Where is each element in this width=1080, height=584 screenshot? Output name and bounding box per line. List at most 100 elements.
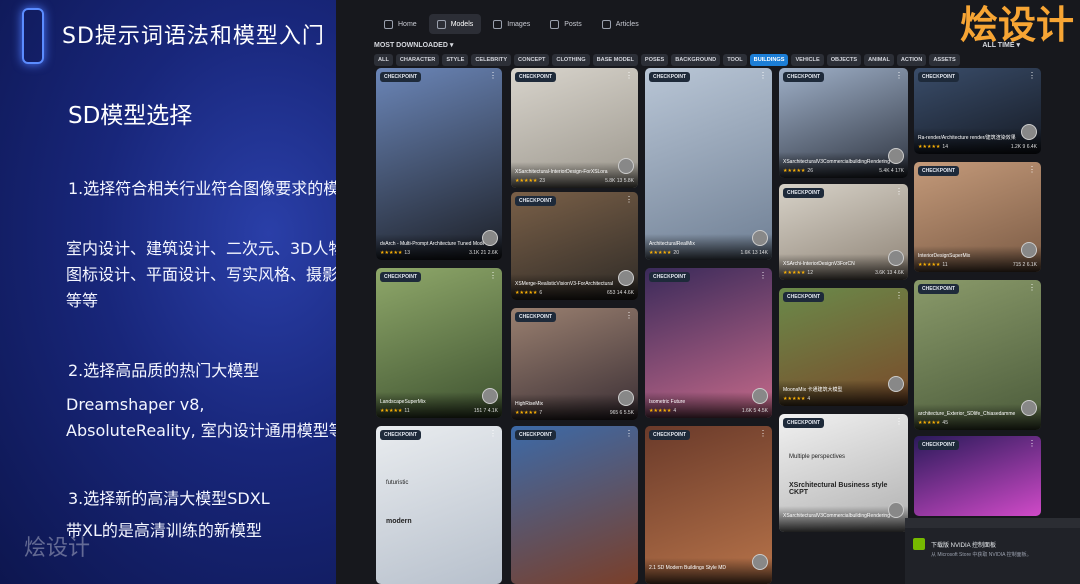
checkpoint-badge: CHECKPOINT bbox=[649, 72, 691, 82]
more-options-icon[interactable]: ⋮ bbox=[625, 71, 633, 80]
creator-avatar[interactable] bbox=[1021, 242, 1037, 258]
rating-stars: ★★★★★ 23 bbox=[515, 178, 545, 184]
creator-avatar[interactable] bbox=[482, 230, 498, 246]
nav-models[interactable]: Models bbox=[428, 14, 482, 34]
more-options-icon[interactable]: ⋮ bbox=[1028, 165, 1036, 174]
model-name: 2.1 SD Modern Buildings Style MD bbox=[649, 565, 726, 571]
filter-chip-poses[interactable]: POSES bbox=[640, 54, 669, 66]
creator-avatar[interactable] bbox=[888, 250, 904, 266]
model-card[interactable]: CHECKPOINT ⋮ InteriorDesignSuperMix ★★★★★ 11… bbox=[914, 162, 1041, 272]
nav-home[interactable]: Home bbox=[376, 14, 425, 34]
model-card[interactable]: Multiple perspectives XSrchitectural Busi… bbox=[779, 414, 908, 532]
period-dropdown[interactable]: ALL TIME ▾ bbox=[982, 41, 1020, 49]
model-card[interactable]: CHECKPOINT ⋮ Ra-render/Architecture render… bbox=[914, 68, 1041, 154]
rating-count: 7 bbox=[539, 410, 543, 416]
more-options-icon[interactable]: ⋮ bbox=[489, 429, 497, 438]
filter-chip-base-model[interactable]: BASE MODEL bbox=[592, 54, 638, 66]
more-options-icon[interactable]: ⋮ bbox=[759, 71, 767, 80]
model-card[interactable]: CHECKPOINT ⋮ dvArch - Multi-Prompt Archite… bbox=[376, 68, 502, 260]
creator-avatar[interactable] bbox=[888, 376, 904, 392]
filter-chip-clothing[interactable]: CLOTHING bbox=[552, 54, 590, 66]
nav-articles[interactable]: Articles bbox=[594, 14, 647, 34]
creator-avatar[interactable] bbox=[752, 388, 768, 404]
model-card[interactable]: futuristic modern CHECKPOINT ⋮ bbox=[376, 426, 502, 584]
model-preview-image bbox=[511, 426, 638, 584]
creator-avatar[interactable] bbox=[888, 148, 904, 164]
nav-images[interactable]: Images bbox=[485, 14, 538, 34]
model-card[interactable]: CHECKPOINT ⋮ XSMerge-RealisticVisionV3-For… bbox=[511, 192, 638, 300]
model-card[interactable]: CHECKPOINT ⋮ XSArchi-InteriorDesignV3ForCN… bbox=[779, 184, 908, 280]
model-stats: 1.6K 13 14K bbox=[740, 250, 768, 256]
checkpoint-badge: CHECKPOINT bbox=[515, 196, 557, 206]
model-card[interactable]: CHECKPOINT ⋮ ArchitecturalRealMix ★★★★★ 20 1.… bbox=[645, 68, 772, 260]
model-card[interactable]: CHECKPOINT ⋮ HighRiseMix ★★★★★ 7 965 6 5.5K bbox=[511, 308, 638, 420]
more-options-icon[interactable]: ⋮ bbox=[759, 271, 767, 280]
creator-avatar[interactable] bbox=[618, 158, 634, 174]
filter-chip-background[interactable]: BACKGROUND bbox=[671, 54, 721, 66]
checkpoint-badge: CHECKPOINT bbox=[918, 166, 960, 176]
filter-chip-concept[interactable]: CONCEPT bbox=[514, 54, 550, 66]
model-card[interactable]: CHECKPOINT ⋮ XSarchitecturalV3Commercialbu… bbox=[779, 68, 908, 178]
model-card[interactable]: CHECKPOINT ⋮ 2.1 SD Modern Buildings Style… bbox=[645, 426, 772, 584]
category-filter-bar: ALL CHARACTER STYLE CELEBRITY CONCEPT CLOTHIN… bbox=[374, 54, 960, 66]
creator-avatar[interactable] bbox=[618, 270, 634, 286]
rating-count: 45 bbox=[942, 420, 948, 426]
home-icon bbox=[384, 19, 393, 29]
model-card[interactable]: CHECKPOINT ⋮ architecture_Exterior_SDlife_… bbox=[914, 280, 1041, 430]
model-name: HighRiseMix bbox=[515, 401, 544, 407]
more-options-icon[interactable]: ⋮ bbox=[895, 187, 903, 196]
filter-chip-all[interactable]: ALL bbox=[374, 54, 393, 66]
model-card[interactable]: CHECKPOINT ⋮ XSarchitectural-InteriorDesig… bbox=[511, 68, 638, 188]
model-name: XSarchitectural-InteriorDesign-ForXSLora bbox=[515, 169, 608, 175]
preview-caption: Multiple perspectives bbox=[789, 454, 846, 461]
filter-chip-vehicle[interactable]: VEHICLE bbox=[791, 54, 824, 66]
more-options-icon[interactable]: ⋮ bbox=[895, 417, 903, 426]
filter-chip-animal[interactable]: ANIMAL bbox=[864, 54, 894, 66]
rating-count: 4 bbox=[807, 396, 811, 402]
checkpoint-badge: CHECKPOINT bbox=[515, 430, 557, 440]
more-options-icon[interactable]: ⋮ bbox=[1028, 71, 1036, 80]
checkpoint-badge: CHECKPOINT bbox=[918, 72, 960, 82]
more-options-icon[interactable]: ⋮ bbox=[489, 271, 497, 280]
filter-chip-celebrity[interactable]: CELEBRITY bbox=[471, 54, 512, 66]
creator-avatar[interactable] bbox=[752, 554, 768, 570]
posts-icon bbox=[550, 19, 560, 29]
model-card[interactable]: CHECKPOINT ⋮ Isometric Future ★★★★★ 4 1.6K 5 … bbox=[645, 268, 772, 418]
creator-avatar[interactable] bbox=[618, 390, 634, 406]
rating-count: 4 bbox=[673, 408, 677, 414]
filter-chip-buildings[interactable]: BUILDINGS bbox=[749, 54, 789, 66]
more-options-icon[interactable]: ⋮ bbox=[1028, 439, 1036, 448]
filter-chip-objects[interactable]: OBJECTS bbox=[826, 54, 862, 66]
more-options-icon[interactable]: ⋮ bbox=[625, 429, 633, 438]
slide-subtitle: SD模型选择 bbox=[68, 103, 193, 129]
more-options-icon[interactable]: ⋮ bbox=[759, 429, 767, 438]
filter-chip-character[interactable]: CHARACTER bbox=[395, 54, 440, 66]
checkpoint-badge: CHECKPOINT bbox=[783, 188, 825, 198]
nav-posts[interactable]: Posts bbox=[542, 14, 590, 34]
more-options-icon[interactable]: ⋮ bbox=[895, 291, 903, 300]
filter-chip-tool[interactable]: TOOL bbox=[723, 54, 747, 66]
model-stats: 151 7 4.1K bbox=[473, 408, 498, 414]
model-card[interactable]: CHECKPOINT ⋮ bbox=[511, 426, 638, 584]
creator-avatar[interactable] bbox=[482, 388, 498, 404]
system-notification[interactable]: 下载版 NVIDIA 控制面板 从 Microsoft Store 中获取 NV… bbox=[905, 518, 1080, 584]
chevron-down-icon: ▾ bbox=[1016, 42, 1020, 49]
creator-avatar[interactable] bbox=[1021, 124, 1037, 140]
filter-chip-action[interactable]: ACTION bbox=[896, 54, 927, 66]
rating-count: 11 bbox=[942, 262, 948, 268]
more-options-icon[interactable]: ⋮ bbox=[1028, 283, 1036, 292]
more-options-icon[interactable]: ⋮ bbox=[625, 311, 633, 320]
creator-avatar[interactable] bbox=[1021, 400, 1037, 416]
more-options-icon[interactable]: ⋮ bbox=[895, 71, 903, 80]
more-options-icon[interactable]: ⋮ bbox=[625, 195, 633, 204]
filter-chip-style[interactable]: STYLE bbox=[442, 54, 469, 66]
more-options-icon[interactable]: ⋮ bbox=[489, 71, 497, 80]
checkpoint-badge: CHECKPOINT bbox=[515, 312, 557, 322]
sort-dropdown[interactable]: MOST DOWNLOADED ▾ bbox=[374, 41, 453, 49]
creator-avatar[interactable] bbox=[888, 502, 904, 518]
creator-avatar[interactable] bbox=[752, 230, 768, 246]
model-card[interactable]: CHECKPOINT ⋮ LandscapeSuperMix ★★★★★ 11 151 7… bbox=[376, 268, 502, 418]
model-card[interactable]: CHECKPOINT ⋮ MoonaMix 卡通建筑大模型 ★★★★★ 4 bbox=[779, 288, 908, 406]
model-card[interactable]: CHECKPOINT ⋮ bbox=[914, 436, 1041, 516]
filter-chip-assets[interactable]: ASSETS bbox=[929, 54, 960, 66]
